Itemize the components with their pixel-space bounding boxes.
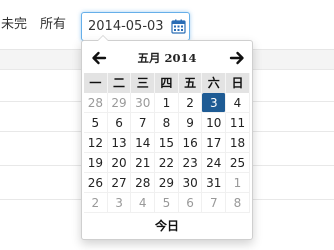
day-cell[interactable]: 2 <box>84 193 108 213</box>
day-cell[interactable]: 27 <box>107 173 132 193</box>
weekday-header: 五 <box>178 73 203 93</box>
day-cell[interactable]: 4 <box>226 93 250 113</box>
day-cell[interactable]: 12 <box>84 133 108 153</box>
day-cell[interactable]: 6 <box>107 113 132 133</box>
filter-incomplete-link[interactable]: 未完 <box>1 17 27 33</box>
day-cell[interactable]: 6 <box>178 193 203 213</box>
day-cell[interactable]: 31 <box>202 173 227 193</box>
prev-month-arrow-icon[interactable] <box>90 49 108 67</box>
day-cell[interactable]: 5 <box>84 113 108 133</box>
day-cell[interactable]: 23 <box>178 153 203 173</box>
day-cell[interactable]: 29 <box>107 93 132 113</box>
weekday-header: 一 <box>84 73 108 93</box>
weekday-header: 六 <box>202 73 227 93</box>
weekday-header: 四 <box>155 73 179 93</box>
day-cell[interactable]: 13 <box>107 133 132 153</box>
day-cell[interactable]: 21 <box>131 153 156 173</box>
day-cell[interactable]: 15 <box>155 133 179 153</box>
day-cell[interactable]: 4 <box>131 193 156 213</box>
page: 未完 所有 2014-05-03 五月 2014 一 二 三 四 五 六 日 2… <box>0 0 334 250</box>
next-month-arrow-icon[interactable] <box>228 49 246 67</box>
day-cell[interactable]: 14 <box>131 133 156 153</box>
calendar-icon[interactable] <box>171 19 186 34</box>
day-cell[interactable]: 2 <box>178 93 203 113</box>
day-cell[interactable]: 29 <box>155 173 179 193</box>
day-cell[interactable]: 30 <box>178 173 203 193</box>
day-cell[interactable]: 28 <box>84 93 108 113</box>
day-cell[interactable]: 19 <box>84 153 108 173</box>
day-cell[interactable]: 26 <box>84 173 108 193</box>
date-input[interactable] <box>82 13 168 40</box>
day-cell[interactable]: 11 <box>226 113 250 133</box>
day-cell[interactable]: 7 <box>131 113 156 133</box>
today-button[interactable]: 今日 <box>82 215 252 237</box>
day-cell[interactable]: 20 <box>107 153 132 173</box>
day-cell[interactable]: 24 <box>202 153 227 173</box>
calendar-grid: 一二三四五六日 28 29 30 1 2 3 4 5 6 7 8 9 10 11 12 13 14 15 16 17 18… <box>84 73 250 213</box>
month-title[interactable]: 五月 2014 <box>112 50 222 66</box>
weekday-header: 三 <box>131 73 156 93</box>
day-cell[interactable]: 16 <box>178 133 203 153</box>
datepicker-popup: 五月 2014 一二三四五六日 28 29 30 1 2 3 4 5 6 7 8 9 10 11 12 13 14… <box>81 35 253 240</box>
day-cell[interactable]: 8 <box>226 193 250 213</box>
day-cell[interactable]: 9 <box>178 113 203 133</box>
day-cell[interactable]: 30 <box>131 93 156 113</box>
day-cell[interactable]: 7 <box>202 193 227 213</box>
selected-day-cell[interactable]: 3 <box>202 93 227 113</box>
day-cell[interactable]: 8 <box>155 113 179 133</box>
day-cell[interactable]: 1 <box>226 173 250 193</box>
day-cell[interactable]: 28 <box>131 173 156 193</box>
weekday-header: 二 <box>107 73 132 93</box>
day-cell[interactable]: 25 <box>226 153 250 173</box>
filter-all-link[interactable]: 所有 <box>40 17 66 33</box>
day-cell[interactable]: 18 <box>226 133 250 153</box>
datepicker-caret-inner <box>98 36 108 41</box>
datepicker-header: 五月 2014 <box>82 47 252 69</box>
day-cell[interactable]: 10 <box>202 113 227 133</box>
day-cell[interactable]: 5 <box>155 193 179 213</box>
day-cell[interactable]: 22 <box>155 153 179 173</box>
day-cell[interactable]: 1 <box>155 93 179 113</box>
weekday-header: 日 <box>226 73 250 93</box>
day-cell[interactable]: 3 <box>107 193 132 213</box>
day-cell[interactable]: 17 <box>202 133 227 153</box>
